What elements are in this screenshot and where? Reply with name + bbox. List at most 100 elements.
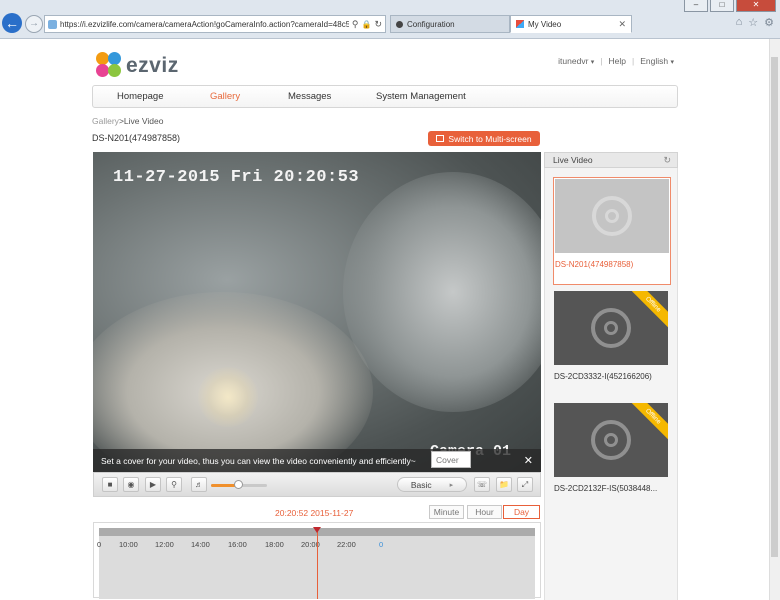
timeline-tick-label: 16:00 (228, 540, 247, 549)
refresh-icon[interactable]: ↻ (663, 155, 671, 166)
back-arrow-icon[interactable]: ← (2, 13, 22, 33)
breadcrumb: Gallery>Live Video (92, 116, 163, 126)
tab-configuration[interactable]: Configuration (390, 15, 510, 33)
close-window-button[interactable]: ✕ (736, 0, 776, 12)
tab-my-video[interactable]: My Video ✕ (510, 15, 632, 33)
favorites-star-icon[interactable]: ☆ (748, 16, 758, 29)
camera-name: DS-2CD2132F-IS(5038448... (554, 484, 658, 493)
minimize-button[interactable]: – (684, 0, 708, 12)
offline-badge: Offline (628, 403, 668, 441)
tab-label: My Video (528, 19, 562, 29)
close-tab-icon[interactable]: ✕ (618, 19, 626, 30)
player-controls: ■ ◉ ▶ ⚲ ♬ Basic ▸ ☏ 📁 ⤢ (93, 472, 541, 497)
help-link[interactable]: Help (609, 56, 626, 66)
quality-select[interactable]: Basic ▸ (397, 477, 467, 492)
user-menu[interactable]: itunedvr ▾ (558, 56, 594, 66)
camera-thumbnail: Offline (554, 403, 668, 477)
toolbar-icons: ⌂ ☆ ⚙ (736, 16, 774, 29)
user-links: itunedvr ▾ | Help | English ▾ (558, 56, 674, 66)
camera-placeholder-icon (591, 420, 631, 460)
camera-list: DS-N201(474987858) Offline DS-2CD3332-I(… (544, 168, 678, 600)
scale-minute-button[interactable]: Minute (429, 505, 464, 519)
main-nav: Homepage Gallery Messages System Managem… (92, 85, 678, 108)
address-url: https://i.ezvizlife.com/camera/cameraAct… (60, 19, 349, 29)
playback-timeline[interactable]: 0 10:00 12:00 14:00 16:00 18:00 20:00 22… (93, 522, 541, 599)
breadcrumb-gallery[interactable]: Gallery (92, 116, 119, 126)
logo-mark-icon (96, 52, 123, 79)
close-icon[interactable]: ✕ (524, 454, 533, 467)
settings-gear-icon[interactable]: ⚙ (764, 16, 774, 29)
timeline-cursor[interactable] (317, 528, 318, 599)
timeline-cursor-head[interactable] (313, 527, 321, 533)
language-menu[interactable]: English ▾ (640, 56, 674, 66)
timeline-tick-label: 14:00 (191, 540, 210, 549)
volume-slider[interactable] (211, 480, 267, 489)
quality-value: Basic (410, 479, 432, 490)
window-controls: – □ ✕ (684, 0, 776, 12)
divider: | (632, 56, 635, 66)
breadcrumb-current: Live Video (123, 116, 164, 126)
logo-text: ezviz (126, 53, 179, 77)
live-video-frame[interactable]: 11-27-2015 Fri 20:20:53 Camera 01 (93, 152, 541, 472)
home-icon[interactable]: ⌂ (736, 16, 743, 29)
scale-hour-button[interactable]: Hour (467, 505, 502, 519)
video-light-spot (198, 367, 258, 427)
timeline-tick-label: 0 (97, 540, 102, 549)
timeline-tick-label: 12:00 (155, 540, 174, 549)
camera-placeholder-icon (591, 308, 631, 348)
tab-label: Configuration (407, 19, 455, 29)
video-image-region (343, 172, 541, 412)
snapshot-icon[interactable]: ◉ (123, 477, 139, 492)
volume-knob[interactable] (233, 480, 243, 489)
nav-gallery[interactable]: Gallery (210, 91, 240, 102)
chevron-down-icon: ▾ (590, 59, 595, 66)
timeline-tick-label: 10:00 (119, 540, 138, 549)
cover-button[interactable]: Cover (431, 451, 471, 468)
tab-favicon-icon (396, 20, 403, 28)
maximize-button[interactable]: □ (710, 0, 734, 12)
search-icon[interactable]: ⚲ (352, 19, 359, 30)
nav-messages[interactable]: Messages (288, 91, 331, 102)
switch-multiscreen-label: Switch to Multi-screen (448, 133, 532, 144)
panel-title: Live Video (553, 155, 593, 165)
camera-thumbnail: Offline (554, 291, 668, 365)
scale-day-button[interactable]: Day (503, 505, 540, 519)
refresh-icon[interactable]: ↻ (374, 19, 382, 30)
address-bar[interactable]: https://i.ezvizlife.com/camera/cameraAct… (44, 15, 386, 33)
offline-badge: Offline (628, 291, 668, 329)
timeline-track[interactable]: 0 10:00 12:00 14:00 16:00 18:00 20:00 22… (97, 527, 535, 599)
camera-name: DS-N201(474987858) (555, 260, 634, 269)
live-video-panel-header: Live Video ↻ (544, 152, 678, 168)
language-label: English (640, 56, 669, 66)
fullscreen-icon[interactable]: ⤢ (517, 477, 533, 492)
divider: | (600, 56, 603, 66)
camera-card[interactable]: Offline DS-2CD2132F-IS(5038448... (553, 402, 669, 502)
multiscreen-icon (436, 135, 445, 142)
camera-name: DS-2CD3332-I(452166206) (554, 372, 652, 381)
device-title: DS-N201(474987858) (92, 133, 181, 143)
camera-placeholder-icon (592, 196, 632, 236)
nav-homepage[interactable]: Homepage (117, 91, 163, 102)
forward-arrow-icon[interactable]: → (25, 15, 43, 33)
camera-card-selected[interactable]: DS-N201(474987858) (553, 177, 671, 285)
nav-system-management[interactable]: System Management (376, 91, 466, 102)
camera-thumbnail (555, 179, 669, 253)
folder-icon[interactable]: 📁 (496, 477, 512, 492)
switch-multiscreen-button[interactable]: Switch to Multi-screen (428, 131, 540, 146)
stop-icon[interactable]: ■ (102, 477, 118, 492)
timeline-tick-label: 22:00 (337, 540, 356, 549)
timeline-tick-label: 0 (379, 540, 384, 549)
browser-chrome: – □ ✕ ← → https://i.ezvizlife.com/camera… (0, 0, 780, 39)
tab-favicon-icon (516, 20, 524, 28)
lock-icon: 🔒 (361, 19, 372, 29)
page-scrollbar[interactable] (769, 39, 780, 600)
camera-card[interactable]: Offline DS-2CD3332-I(452166206) (553, 290, 669, 390)
talk-icon[interactable]: ☏ (474, 477, 490, 492)
record-icon[interactable]: ▶ (145, 477, 161, 492)
volume-icon[interactable]: ♬ (191, 477, 207, 492)
page-favicon-icon (48, 19, 57, 29)
scrollbar-thumb[interactable] (771, 57, 778, 557)
zoom-icon[interactable]: ⚲ (166, 477, 182, 492)
chevron-right-icon: ▸ (449, 481, 454, 489)
ezviz-logo[interactable]: ezviz (96, 52, 179, 79)
